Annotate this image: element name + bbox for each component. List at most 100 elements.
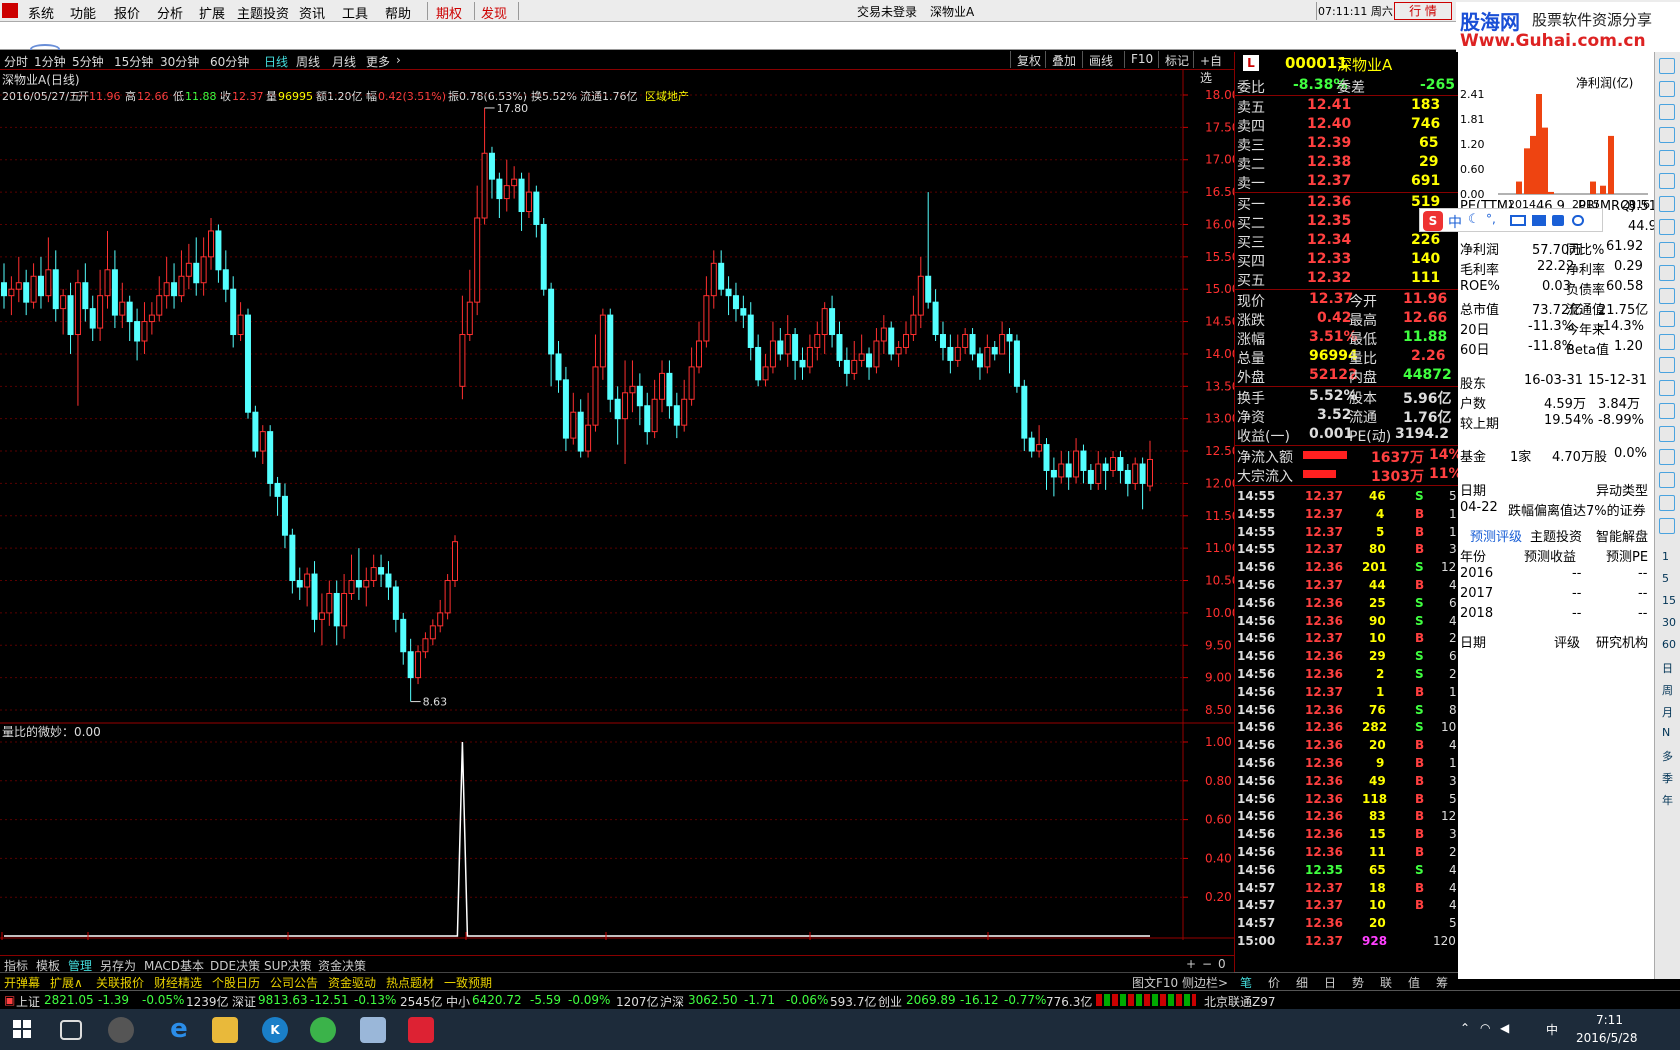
zoom-icon[interactable] bbox=[1659, 311, 1675, 327]
zx-label[interactable]: 中小 bbox=[446, 993, 470, 1010]
candle-body[interactable] bbox=[222, 269, 229, 290]
chart-button-0[interactable]: 复权 bbox=[1010, 51, 1047, 68]
candle-body[interactable] bbox=[444, 580, 451, 614]
rsi-icon[interactable] bbox=[1659, 403, 1675, 419]
candle-body[interactable] bbox=[548, 288, 555, 355]
tool-icon[interactable] bbox=[1532, 215, 1546, 226]
candle-body[interactable] bbox=[984, 346, 991, 368]
period-tab-1[interactable]: 1分钟 bbox=[34, 53, 66, 70]
sidebar-period-10[interactable]: 季 bbox=[1662, 770, 1673, 786]
candle-body[interactable] bbox=[1110, 457, 1117, 471]
ime-mode[interactable]: 中 bbox=[1448, 212, 1462, 232]
candle-body[interactable] bbox=[281, 495, 288, 536]
quote-button[interactable]: 行 情 bbox=[1394, 2, 1452, 20]
ext-link-8[interactable]: 一致预期 bbox=[444, 974, 492, 991]
candle-body[interactable] bbox=[503, 185, 510, 200]
candle-body[interactable] bbox=[695, 340, 702, 368]
stock-app-icon[interactable] bbox=[408, 1017, 434, 1043]
up-icon[interactable] bbox=[1659, 58, 1675, 74]
candle-body[interactable] bbox=[318, 612, 325, 620]
candle-body[interactable] bbox=[1087, 469, 1094, 484]
candle-body[interactable] bbox=[267, 431, 274, 484]
period-tab-7[interactable]: 周线 bbox=[296, 53, 320, 70]
candle-body[interactable] bbox=[651, 398, 658, 433]
candle-body[interactable] bbox=[747, 314, 754, 348]
ext-link-7[interactable]: 热点题材 bbox=[386, 974, 434, 991]
candle-body[interactable] bbox=[969, 334, 976, 355]
punctuation-icon[interactable]: °, bbox=[1486, 212, 1496, 226]
candle-body[interactable] bbox=[777, 340, 784, 355]
browser-icon[interactable] bbox=[310, 1017, 336, 1043]
sidebar-period-0[interactable]: 1 bbox=[1662, 550, 1669, 563]
sidebar-period-1[interactable]: 5 bbox=[1662, 572, 1669, 585]
candle-body[interactable] bbox=[185, 262, 192, 277]
candle-body[interactable] bbox=[363, 580, 370, 588]
candle-body[interactable] bbox=[762, 366, 769, 381]
candle-body[interactable] bbox=[585, 424, 592, 452]
forecast-tab-0[interactable]: 预测评级 bbox=[1470, 526, 1522, 545]
candle-body[interactable] bbox=[1095, 463, 1102, 484]
candle-body[interactable] bbox=[311, 573, 318, 620]
candle-body[interactable] bbox=[244, 314, 251, 413]
candle-body[interactable] bbox=[304, 573, 311, 588]
menu-item-news[interactable]: 资讯 bbox=[299, 3, 325, 22]
candle-body[interactable] bbox=[23, 282, 30, 303]
book-icon[interactable] bbox=[360, 1017, 386, 1043]
tray-ime[interactable]: 中 bbox=[1546, 1021, 1558, 1038]
candle-body[interactable] bbox=[1073, 450, 1080, 478]
candle-body[interactable] bbox=[718, 262, 725, 290]
folder-icon[interactable] bbox=[212, 1017, 238, 1043]
candle-body[interactable] bbox=[348, 580, 355, 594]
candle-body[interactable] bbox=[806, 346, 813, 368]
sidebar-period-3[interactable]: 30 bbox=[1662, 616, 1676, 629]
pen-icon[interactable] bbox=[1659, 472, 1675, 488]
candle-body[interactable] bbox=[511, 178, 518, 187]
candle-body[interactable] bbox=[45, 269, 52, 297]
candle-body[interactable] bbox=[821, 308, 828, 336]
zoom-in-button[interactable]: + bbox=[1186, 957, 1196, 971]
chart-button-3[interactable]: F10 bbox=[1124, 51, 1159, 68]
candle-body[interactable] bbox=[925, 275, 932, 303]
candle-body[interactable] bbox=[341, 592, 348, 627]
candle-body[interactable] bbox=[437, 612, 444, 627]
candle-body[interactable] bbox=[858, 353, 865, 361]
candle-body[interactable] bbox=[991, 346, 998, 355]
candle-body[interactable] bbox=[1, 282, 7, 297]
zoom-out-button[interactable]: − bbox=[1202, 957, 1212, 971]
candle-body[interactable] bbox=[163, 282, 170, 297]
candle-body[interactable] bbox=[378, 567, 385, 575]
settings-icon[interactable] bbox=[1572, 215, 1584, 226]
sidebar-period-11[interactable]: 年 bbox=[1662, 792, 1673, 808]
candle-body[interactable] bbox=[481, 152, 488, 219]
menu-item-help[interactable]: 帮助 bbox=[385, 3, 411, 22]
candle-body[interactable] bbox=[710, 262, 717, 297]
forecast-tab-1[interactable]: 主题投资 bbox=[1530, 526, 1582, 545]
candle-body[interactable] bbox=[208, 230, 215, 258]
candle-body[interactable] bbox=[843, 359, 850, 374]
candle-body[interactable] bbox=[67, 295, 74, 336]
candle-body[interactable] bbox=[636, 385, 643, 407]
candle-body[interactable] bbox=[644, 405, 651, 433]
candle-body[interactable] bbox=[562, 379, 569, 439]
candle-body[interactable] bbox=[1021, 385, 1028, 439]
candle-body[interactable] bbox=[37, 275, 44, 297]
candle-body[interactable] bbox=[1080, 450, 1087, 471]
edge-icon[interactable]: e bbox=[166, 1016, 192, 1043]
menu-item-analysis[interactable]: 分析 bbox=[157, 3, 183, 22]
candle-body[interactable] bbox=[954, 346, 961, 361]
task-view-icon[interactable] bbox=[60, 1020, 82, 1040]
candle-body[interactable] bbox=[400, 618, 407, 653]
menu-item-quote[interactable]: 报价 bbox=[114, 3, 140, 22]
candle-body[interactable] bbox=[792, 334, 799, 361]
candle-body[interactable] bbox=[999, 334, 1006, 355]
candle-body[interactable] bbox=[740, 308, 747, 316]
list-icon[interactable] bbox=[1659, 219, 1675, 235]
candle-body[interactable] bbox=[252, 411, 259, 452]
menu-item-discover[interactable]: 发现 bbox=[481, 3, 507, 22]
kline-icon[interactable] bbox=[1659, 196, 1675, 212]
chart-button-4[interactable]: 标记 bbox=[1158, 51, 1195, 68]
candle-body[interactable] bbox=[429, 625, 436, 640]
sidebar-period-9[interactable]: 多 bbox=[1662, 748, 1673, 764]
period-tab-3[interactable]: 15分钟 bbox=[114, 53, 153, 70]
candle-body[interactable] bbox=[681, 398, 688, 426]
